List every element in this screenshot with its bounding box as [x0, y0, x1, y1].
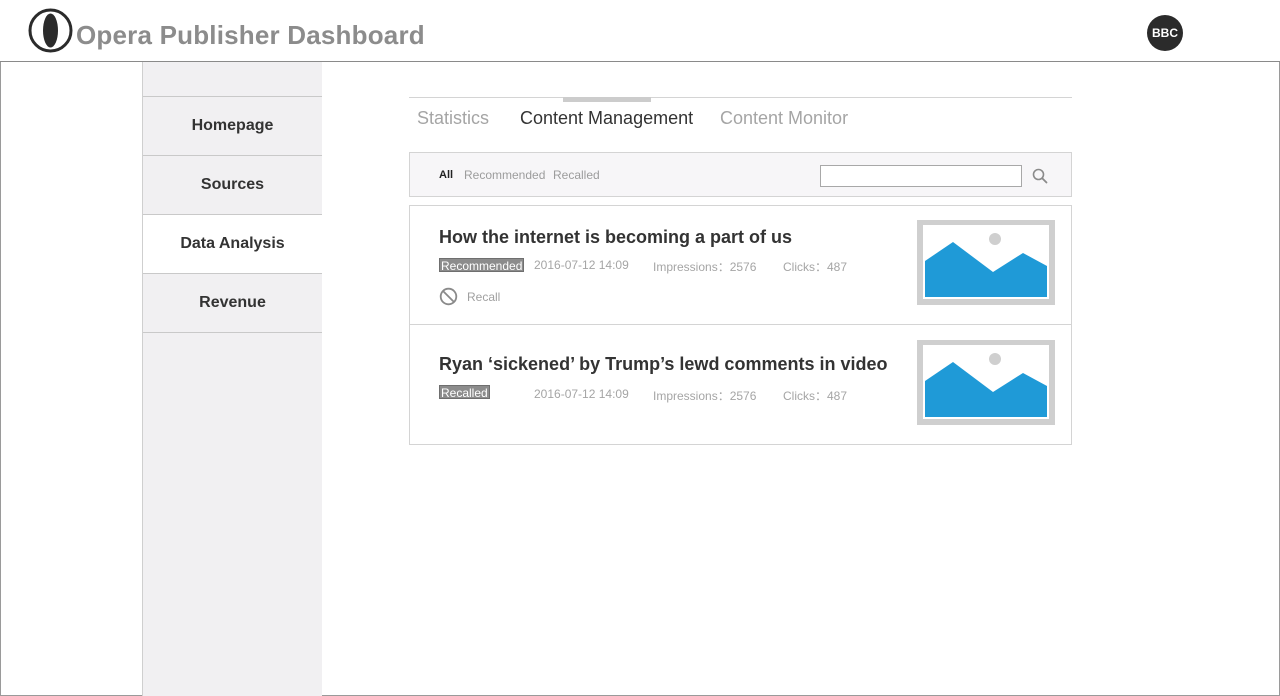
recall-label: Recall: [467, 289, 501, 304]
tab-content-monitor[interactable]: Content Monitor: [720, 108, 848, 129]
filter-all[interactable]: All: [439, 169, 453, 181]
article-clicks: Clicks：487: [783, 260, 848, 274]
article-list: How the internet is becoming a part of u…: [409, 205, 1072, 445]
search-input[interactable]: [820, 165, 1022, 187]
article-title[interactable]: Ryan ‘sickened’ by Trump’s lewd comments…: [439, 354, 887, 375]
filter-recalled[interactable]: Recalled: [553, 168, 600, 182]
app-title: Opera Publisher Dashboard: [76, 20, 425, 50]
image-placeholder-icon: [917, 220, 1055, 305]
article-impressions: Impressions：2576: [653, 260, 757, 274]
sidebar-item-revenue[interactable]: Revenue: [143, 274, 322, 333]
sidebar-item-homepage[interactable]: Homepage: [143, 97, 322, 156]
article-impressions: Impressions：2576: [653, 389, 757, 403]
sidebar-item-data-analysis[interactable]: Data Analysis: [143, 215, 322, 274]
status-badge: Recommended: [439, 258, 525, 273]
top-header: Opera Publisher Dashboard BBC: [0, 0, 1280, 62]
article-datetime: 2016-07-12 14:09: [534, 387, 629, 401]
sidebar-nav: Homepage Sources Data Analysis Revenue: [142, 62, 322, 696]
list-item: How the internet is becoming a part of u…: [410, 206, 1071, 325]
tab-content-management[interactable]: Content Management: [520, 108, 693, 129]
search-icon[interactable]: [1032, 168, 1048, 184]
filter-bar: All Recommended Recalled: [409, 152, 1072, 197]
opera-logo-icon: [28, 8, 73, 53]
list-item: Ryan ‘sickened’ by Trump’s lewd comments…: [410, 325, 1071, 444]
article-datetime: 2016-07-12 14:09: [534, 258, 629, 272]
recall-button[interactable]: Recall: [439, 287, 500, 306]
sidebar-spacer: [143, 62, 322, 97]
image-placeholder-icon: [917, 340, 1055, 425]
filter-recommended[interactable]: Recommended: [464, 168, 545, 182]
tab-statistics[interactable]: Statistics: [417, 108, 489, 129]
recall-block-icon: [439, 287, 458, 306]
active-tab-indicator: [563, 97, 651, 102]
sidebar-item-sources[interactable]: Sources: [143, 156, 322, 215]
article-clicks: Clicks：487: [783, 389, 848, 403]
account-avatar[interactable]: BBC: [1147, 15, 1183, 51]
status-badge: Recalled: [439, 385, 490, 400]
article-title[interactable]: How the internet is becoming a part of u…: [439, 227, 792, 248]
main-tabs: Statistics Content Management Content Mo…: [409, 97, 1072, 137]
